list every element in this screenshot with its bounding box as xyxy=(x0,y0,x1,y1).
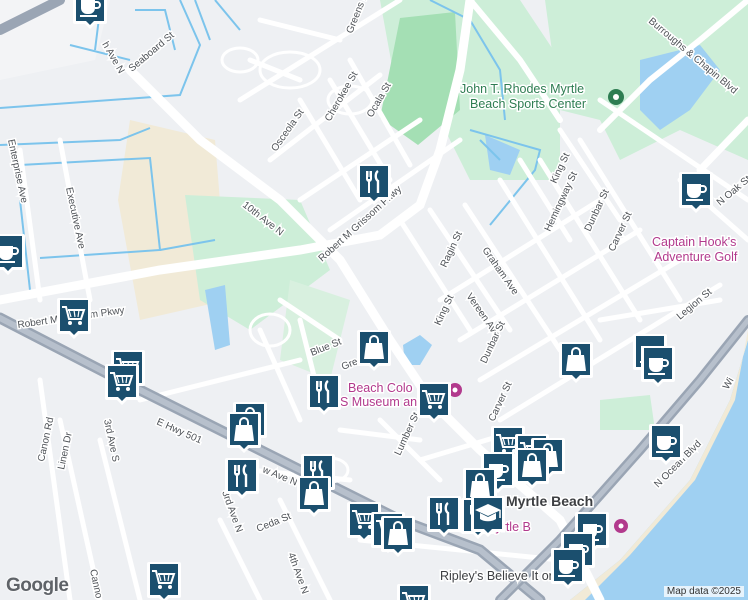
map-canvas[interactable]: Seaboard St Greens Blvd Osceola St Chero… xyxy=(0,0,748,600)
marker-shopping-bag-24[interactable] xyxy=(514,446,550,490)
marker-shopping-cart-10[interactable] xyxy=(416,380,452,424)
poi-label-captain-hook-1: Captain Hook's xyxy=(652,235,736,249)
marker-restaurant-26[interactable] xyxy=(426,494,462,538)
poi-label-museum-2: S Museum an xyxy=(340,395,417,409)
marker-coffee-3[interactable] xyxy=(678,170,714,214)
marker-graduation-cap-28[interactable] xyxy=(470,494,506,538)
google-logo: Google xyxy=(6,575,69,596)
marker-shopping-bag-31[interactable] xyxy=(380,514,416,558)
marker-shopping-cart-35[interactable] xyxy=(146,560,182,600)
hotel-pin-icon[interactable] xyxy=(614,519,628,533)
marker-restaurant-9[interactable] xyxy=(306,372,342,416)
poi-label-sports-center-2: Beach Sports Center xyxy=(470,97,586,111)
marker-shopping-cart-7[interactable] xyxy=(104,362,140,406)
marker-shopping-bag-13[interactable] xyxy=(558,340,594,384)
marker-shopping-cart-5[interactable] xyxy=(56,296,92,340)
map-attribution[interactable]: Map data ©2025 xyxy=(663,586,744,597)
marker-coffee-1[interactable] xyxy=(72,0,108,30)
marker-restaurant-2[interactable] xyxy=(356,162,392,206)
poi-label-museum-1: Beach Colo xyxy=(348,381,413,395)
sports-center-pin-icon[interactable] xyxy=(608,89,624,105)
marker-shopping-bag-12[interactable] xyxy=(226,410,262,454)
marker-coffee-34[interactable] xyxy=(550,546,586,590)
marker-coffee-4[interactable] xyxy=(0,232,26,276)
marker-restaurant-15[interactable] xyxy=(224,456,260,500)
marker-shopping-bag-16[interactable] xyxy=(296,474,332,518)
poi-label-captain-hook-2: Adventure Golf xyxy=(654,250,738,264)
marker-coffee-18[interactable] xyxy=(640,344,676,388)
marker-shopping-bag-8[interactable] xyxy=(356,328,392,372)
place-label-myrtle-beach: Myrtle Beach xyxy=(506,493,593,509)
marker-coffee-22[interactable] xyxy=(648,422,684,466)
poi-label-sports-center-1: John T. Rhodes Myrtle xyxy=(460,82,584,96)
marker-shopping-cart-36[interactable] xyxy=(396,582,432,600)
